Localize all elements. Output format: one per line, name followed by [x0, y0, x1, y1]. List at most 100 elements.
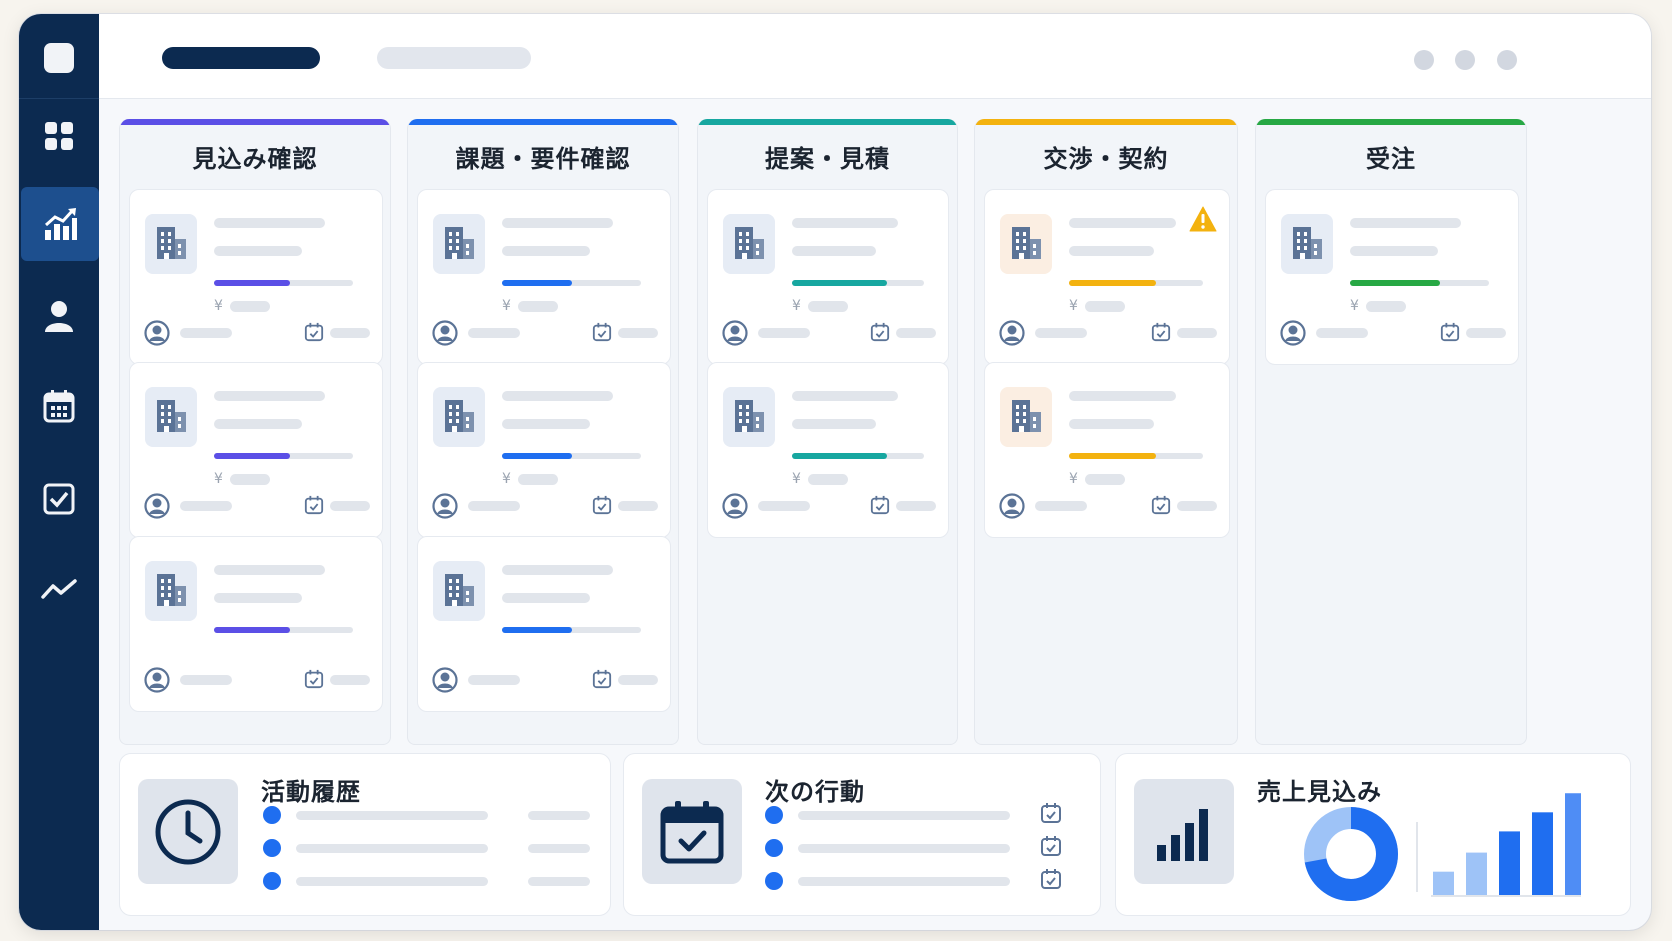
owner-avatar-icon[interactable] — [144, 320, 170, 350]
calendar-small-icon[interactable] — [1040, 835, 1062, 857]
deal-name-placeholder — [214, 218, 325, 228]
panel-title: 活動履歴 — [261, 778, 361, 806]
trend-line-icon — [41, 579, 77, 599]
pipeline-column[interactable]: 見込み確認 ¥ ¥ — [119, 119, 391, 745]
owner-name-placeholder — [1316, 328, 1368, 338]
owner-name-placeholder — [468, 501, 520, 511]
sidebar-item-reports[interactable] — [19, 552, 99, 626]
donut-chart — [1304, 807, 1398, 901]
app-window: 見込み確認 ¥ ¥ 課題・要件確認 ¥ ¥ 提案・見積 ¥ ¥ 交渉・契約 ¥ ¥ 受注 ¥ 活動履歴 — [19, 14, 1651, 930]
owner-avatar-icon[interactable] — [432, 493, 458, 523]
sidebar-item-dashboard[interactable] — [19, 99, 99, 173]
deal-card[interactable]: ¥ — [129, 189, 383, 365]
deal-card[interactable] — [129, 536, 383, 712]
calendar-small-icon[interactable] — [304, 669, 324, 693]
company-name-placeholder — [502, 419, 590, 429]
owner-avatar-icon[interactable] — [1280, 320, 1306, 350]
activity-history-panel[interactable]: 活動履歴 — [119, 753, 611, 916]
deal-name-placeholder — [1069, 218, 1176, 228]
column-title: 受注 — [1366, 145, 1416, 173]
deal-progress-fill — [792, 453, 887, 459]
deal-name-placeholder — [502, 218, 613, 228]
deal-card[interactable]: ¥ — [129, 362, 383, 538]
column-color-bar — [975, 119, 1237, 125]
deal-progress-bar — [1069, 453, 1203, 459]
bar-chart-icon — [1157, 808, 1208, 861]
next-actions-panel[interactable]: 次の行動 — [623, 753, 1101, 916]
company-icon-box — [1281, 214, 1333, 274]
deal-card[interactable]: ¥ — [984, 189, 1230, 365]
sidebar-item-contacts[interactable] — [19, 279, 99, 353]
deal-card[interactable]: ¥ — [417, 189, 671, 365]
pipeline-column[interactable]: 提案・見積 ¥ ¥ — [697, 119, 958, 745]
sales-forecast-panel[interactable]: 売上見込み — [1115, 753, 1631, 916]
app-logo[interactable] — [44, 43, 74, 73]
calendar-check-icon — [660, 800, 724, 863]
warning-icon[interactable] — [1189, 206, 1217, 236]
deal-card[interactable]: ¥ — [707, 362, 949, 538]
forecast-bar — [1532, 812, 1553, 895]
pipeline-column[interactable]: 交渉・契約 ¥ ¥ — [974, 119, 1238, 745]
deal-progress-fill — [502, 453, 572, 459]
window-control-dot[interactable] — [1497, 50, 1517, 70]
deal-amount-placeholder — [1085, 301, 1125, 312]
list-bullet — [263, 839, 281, 857]
deal-amount-placeholder — [808, 301, 848, 312]
owner-avatar-icon[interactable] — [722, 320, 748, 350]
calendar-small-icon[interactable] — [304, 495, 324, 519]
owner-name-placeholder — [468, 675, 520, 685]
calendar-small-icon[interactable] — [304, 322, 324, 346]
owner-avatar-icon[interactable] — [999, 493, 1025, 523]
owner-avatar-icon[interactable] — [999, 320, 1025, 350]
deal-card[interactable] — [417, 536, 671, 712]
deal-card[interactable]: ¥ — [1265, 189, 1519, 365]
calendar-small-icon[interactable] — [1151, 495, 1171, 519]
calendar-small-icon[interactable] — [1151, 322, 1171, 346]
owner-avatar-icon[interactable] — [432, 320, 458, 350]
list-bullet — [263, 872, 281, 890]
deal-card[interactable]: ¥ — [984, 362, 1230, 538]
window-control-dot[interactable] — [1414, 50, 1434, 70]
deal-progress-fill — [502, 627, 572, 633]
forecast-bar — [1565, 793, 1581, 895]
deal-amount-placeholder — [518, 301, 558, 312]
deal-progress-fill — [502, 280, 572, 286]
owner-avatar-icon[interactable] — [144, 667, 170, 697]
deal-amount-placeholder — [1366, 301, 1406, 312]
deal-card[interactable]: ¥ — [417, 362, 671, 538]
deal-card[interactable]: ¥ — [707, 189, 949, 365]
owner-name-placeholder — [180, 675, 232, 685]
window-control-dot[interactable] — [1455, 50, 1475, 70]
owner-avatar-icon[interactable] — [144, 493, 170, 523]
forecast-bar — [1466, 852, 1487, 895]
calendar-small-icon[interactable] — [592, 669, 612, 693]
calendar-small-icon[interactable] — [592, 495, 612, 519]
list-bullet — [765, 806, 783, 824]
calendar-small-icon[interactable] — [1040, 868, 1062, 890]
sidebar-item-calendar[interactable] — [19, 369, 99, 443]
calendar-small-icon[interactable] — [1440, 322, 1460, 346]
forecast-bar-chart — [1431, 793, 1581, 897]
currency-symbol: ¥ — [1069, 471, 1078, 487]
pipeline-column[interactable]: 受注 ¥ — [1255, 119, 1527, 745]
calendar-small-icon[interactable] — [870, 495, 890, 519]
deal-name-placeholder — [1069, 391, 1176, 401]
sidebar-item-sales[interactable] — [21, 187, 99, 261]
sidebar-item-tasks[interactable] — [19, 462, 99, 536]
deal-name-placeholder — [1350, 218, 1461, 228]
pipeline-column[interactable]: 課題・要件確認 ¥ ¥ — [407, 119, 679, 745]
calendar-small-icon[interactable] — [870, 322, 890, 346]
deal-name-placeholder — [792, 391, 898, 401]
deal-amount-placeholder — [518, 474, 558, 485]
list-bullet — [765, 872, 783, 890]
owner-name-placeholder — [1035, 501, 1087, 511]
currency-symbol: ¥ — [214, 298, 223, 314]
deal-progress-fill — [1069, 280, 1156, 286]
calendar-small-icon[interactable] — [592, 322, 612, 346]
currency-symbol: ¥ — [1350, 298, 1359, 314]
company-name-placeholder — [1350, 246, 1438, 256]
due-date-placeholder — [1177, 501, 1217, 511]
owner-avatar-icon[interactable] — [432, 667, 458, 697]
owner-avatar-icon[interactable] — [722, 493, 748, 523]
calendar-small-icon[interactable] — [1040, 802, 1062, 824]
